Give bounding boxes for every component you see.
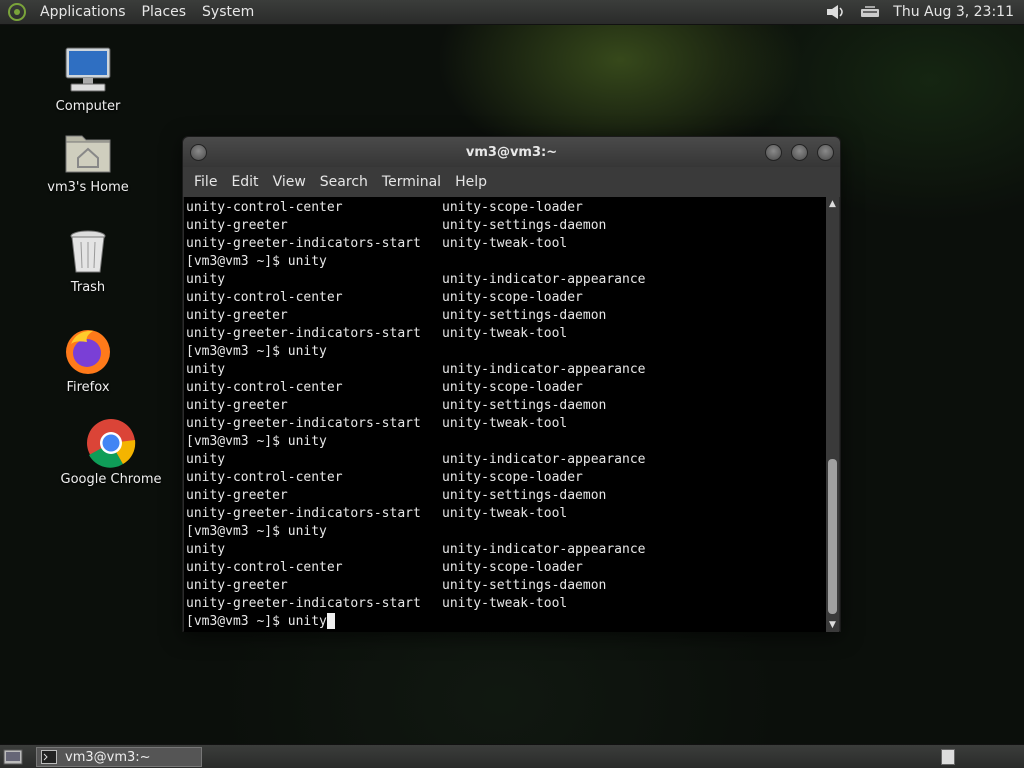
desktop-icon-label: Trash bbox=[70, 280, 106, 295]
clock[interactable]: Thu Aug 3, 23:11 bbox=[887, 4, 1024, 20]
window-title: vm3@vm3:~ bbox=[465, 144, 558, 160]
terminal-line: unity-greeter unity-settings-daemon bbox=[186, 488, 607, 503]
terminal-line: unity-greeter-indicators-start unity-twea… bbox=[186, 596, 568, 611]
window-menu-button[interactable] bbox=[190, 144, 207, 161]
menu-edit[interactable]: Edit bbox=[224, 174, 265, 190]
desktop-icon-home[interactable]: vm3's Home bbox=[33, 128, 143, 195]
terminal-menubar: File Edit View Search Terminal Help bbox=[183, 167, 840, 197]
terminal-line: unity-greeter unity-settings-daemon bbox=[186, 398, 607, 413]
minimize-button[interactable] bbox=[765, 144, 782, 161]
desktop-icon-firefox[interactable]: Firefox bbox=[33, 326, 143, 395]
home-folder-icon bbox=[65, 135, 111, 173]
trash-icon bbox=[70, 230, 106, 273]
desktop-icon-label: Computer bbox=[55, 99, 121, 114]
menu-search[interactable]: Search bbox=[313, 174, 375, 190]
terminal-line: unity-greeter unity-settings-daemon bbox=[186, 218, 607, 233]
terminal-line: [vm3@vm3 ~]$ unity bbox=[186, 524, 327, 539]
menu-terminal[interactable]: Terminal bbox=[375, 174, 448, 190]
system-menu[interactable]: System bbox=[194, 0, 262, 25]
network-icon[interactable] bbox=[859, 3, 881, 21]
terminal-line: unity-control-center unity-scope-loader bbox=[186, 290, 583, 305]
desktop-icon-label: vm3's Home bbox=[47, 180, 129, 195]
scroll-up-arrow-icon[interactable]: ▲ bbox=[826, 197, 839, 211]
terminal-prompt: [vm3@vm3 ~]$ unity bbox=[186, 614, 327, 629]
terminal-line: unity-greeter-indicators-start unity-twea… bbox=[186, 416, 568, 431]
distro-logo-icon[interactable] bbox=[8, 3, 26, 21]
places-menu[interactable]: Places bbox=[134, 0, 195, 25]
terminal-line: unity-control-center unity-scope-loader bbox=[186, 470, 583, 485]
menu-file[interactable]: File bbox=[187, 174, 224, 190]
taskbar-button-label: vm3@vm3:~ bbox=[65, 749, 151, 765]
terminal-line: unity unity-indicator-appearance bbox=[186, 542, 646, 557]
terminal-line: unity-greeter unity-settings-daemon bbox=[186, 308, 607, 323]
taskbar-terminal-button[interactable]: vm3@vm3:~ bbox=[36, 747, 202, 767]
desktop-icon-label: Google Chrome bbox=[60, 472, 162, 487]
menu-help[interactable]: Help bbox=[448, 174, 494, 190]
terminal-icon bbox=[41, 750, 57, 764]
show-desktop-icon[interactable] bbox=[3, 748, 23, 766]
terminal-line: unity-control-center unity-scope-loader bbox=[186, 380, 583, 395]
close-button[interactable] bbox=[817, 144, 834, 161]
terminal-output[interactable]: unity-control-center unity-scope-loader u… bbox=[184, 197, 827, 632]
text-cursor bbox=[326, 613, 335, 629]
terminal-line: unity unity-indicator-appearance bbox=[186, 362, 646, 377]
terminal-line: unity-greeter-indicators-start unity-twea… bbox=[186, 236, 568, 251]
terminal-scrollbar[interactable]: ▲ ▼ bbox=[826, 197, 839, 632]
applications-menu[interactable]: Applications bbox=[32, 0, 134, 25]
desktop-icon-computer[interactable]: Computer bbox=[33, 45, 143, 114]
chrome-icon bbox=[87, 419, 136, 468]
desktop-icon-label: Firefox bbox=[66, 380, 110, 395]
terminal-line: unity unity-indicator-appearance bbox=[186, 272, 646, 287]
scroll-down-arrow-icon[interactable]: ▼ bbox=[826, 618, 839, 632]
terminal-line: [vm3@vm3 ~]$ unity bbox=[186, 344, 327, 359]
terminal-line: [vm3@vm3 ~]$ unity bbox=[186, 254, 327, 269]
terminal-line: unity unity-indicator-appearance bbox=[186, 452, 646, 467]
volume-icon[interactable] bbox=[825, 3, 847, 21]
terminal-line: unity-greeter-indicators-start unity-twea… bbox=[186, 326, 568, 341]
scroll-thumb[interactable] bbox=[828, 459, 837, 614]
workspace-switcher[interactable] bbox=[941, 749, 955, 765]
menu-view[interactable]: View bbox=[266, 174, 313, 190]
terminal-line: [vm3@vm3 ~]$ unity bbox=[186, 434, 327, 449]
terminal-line: unity-greeter unity-settings-daemon bbox=[186, 578, 607, 593]
computer-icon bbox=[65, 47, 111, 92]
desktop-icon-trash[interactable]: Trash bbox=[33, 228, 143, 295]
desktop-icon-chrome[interactable]: Google Chrome bbox=[56, 418, 166, 487]
firefox-icon bbox=[66, 330, 110, 374]
bottom-panel: vm3@vm3:~ bbox=[0, 744, 1024, 768]
terminal-prompt-line[interactable]: [vm3@vm3 ~]$ unity bbox=[184, 613, 827, 631]
terminal-window[interactable]: vm3@vm3:~ File Edit View Search Terminal… bbox=[182, 136, 841, 632]
terminal-line: unity-control-center unity-scope-loader bbox=[186, 560, 583, 575]
window-titlebar[interactable]: vm3@vm3:~ bbox=[183, 137, 840, 167]
maximize-button[interactable] bbox=[791, 144, 808, 161]
terminal-line: unity-control-center unity-scope-loader bbox=[186, 200, 583, 215]
top-panel: Applications Places System Thu Aug 3, 23… bbox=[0, 0, 1024, 25]
terminal-line: unity-greeter-indicators-start unity-twea… bbox=[186, 506, 568, 521]
